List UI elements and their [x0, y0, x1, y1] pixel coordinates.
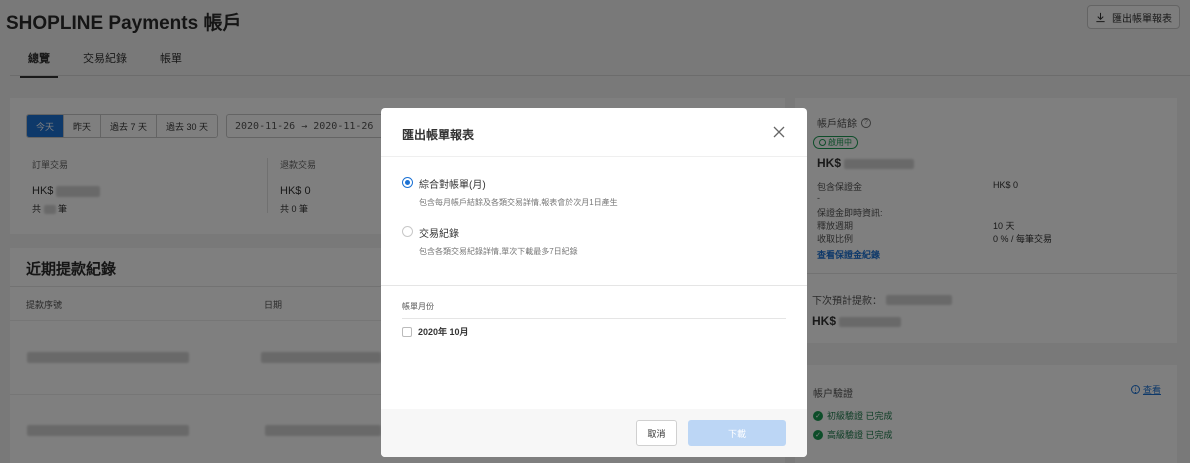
download-button[interactable]: 下載 — [688, 420, 786, 446]
option-transaction-label: 交易紀錄 — [419, 229, 459, 240]
radio-transaction-records[interactable] — [402, 226, 413, 237]
option-monthly-statement[interactable]: 綜合對帳單(月) 包含每月帳戶結餘及各類交易詳情,報表會於次月1日產生 — [402, 176, 618, 208]
month-section-title: 帳單月份 — [402, 302, 434, 311]
month-option[interactable]: 2020年 10月 — [402, 325, 469, 338]
month-checkbox[interactable] — [402, 326, 412, 337]
close-icon[interactable] — [772, 125, 786, 139]
modal-header-divider — [381, 156, 807, 157]
option-transaction-records[interactable]: 交易紀錄 包含各類交易紀錄詳情,單次下載最多7日紀錄 — [402, 225, 578, 257]
modal-title: 匯出帳單報表 — [402, 128, 475, 142]
month-divider — [402, 318, 786, 319]
option-monthly-label: 綜合對帳單(月) — [419, 180, 486, 191]
month-label: 2020年 10月 — [418, 327, 469, 337]
option-transaction-desc: 包含各類交易紀錄詳情,單次下載最多7日紀錄 — [419, 247, 578, 256]
options-divider — [381, 285, 807, 286]
cancel-button[interactable]: 取消 — [636, 420, 677, 446]
option-monthly-desc: 包含每月帳戶結餘及各類交易詳情,報表會於次月1日產生 — [419, 198, 618, 207]
export-report-modal: 匯出帳單報表 綜合對帳單(月) 包含每月帳戶結餘及各類交易詳情,報表會於次月1日… — [381, 108, 807, 457]
radio-monthly-statement[interactable] — [402, 177, 413, 188]
modal-footer: 取消 下載 — [381, 409, 807, 457]
